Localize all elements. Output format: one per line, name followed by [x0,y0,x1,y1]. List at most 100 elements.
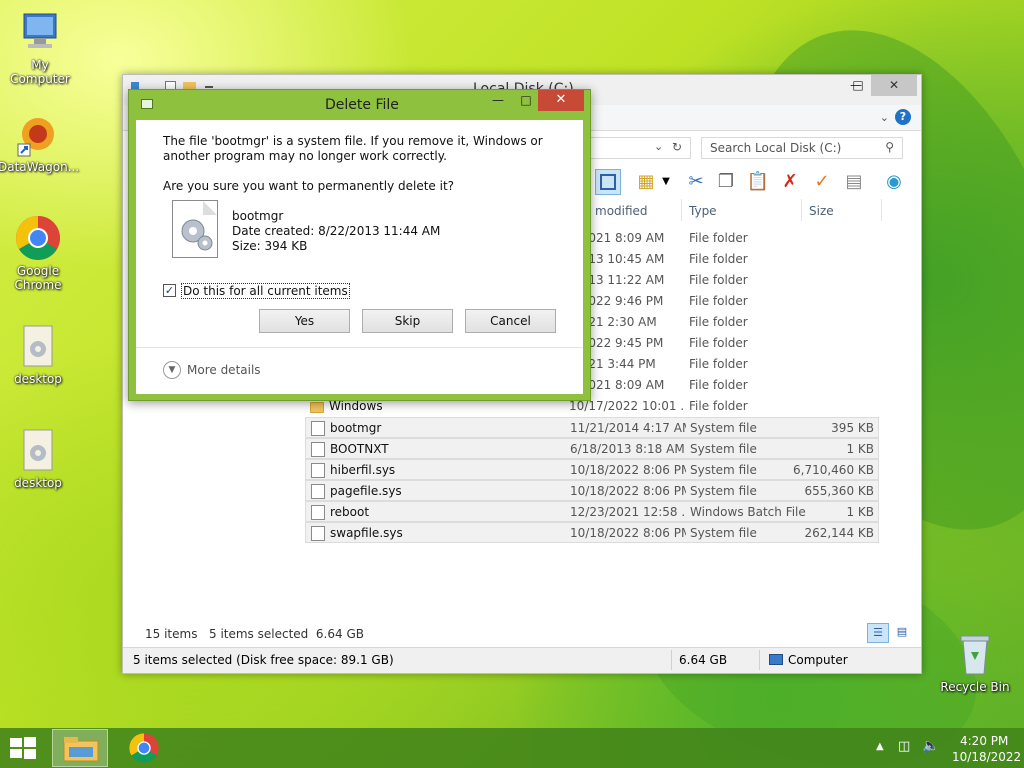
toolbar-dropdown-icon[interactable]: ▼ [659,169,673,195]
status-bar: 15 items 5 items selected 6.64 GB ☰ ▤ [123,623,921,647]
maximize-button[interactable]: □ [843,75,873,96]
table-row[interactable]: pagefile.sys 10/18/2022 8:06 PM System fil… [305,480,879,501]
computer-small-icon [769,654,783,665]
type-cell: File folder [689,378,748,392]
size-cell: 655,360 KB [804,484,874,498]
desktop-icon-recycle-bin[interactable]: Recycle Bin [935,630,1015,694]
cut-icon[interactable]: ✂ [683,169,709,195]
table-row[interactable]: reboot 12/23/2021 12:58 ... Windows Batch … [305,501,879,522]
address-bar[interactable]: ⌄ ↻ [583,137,691,159]
apply-to-all-checkbox[interactable]: ✓ [163,284,176,297]
cancel-button[interactable]: Cancel [465,309,556,333]
type-cell: File folder [689,315,748,329]
volume-icon[interactable]: 🔈 [922,738,939,754]
show-hidden-icons[interactable]: ▲ [876,741,884,752]
properties-check-icon[interactable]: ▦ [633,169,659,195]
size-cell: 1 KB [846,505,874,519]
desktop-icon-desktop-2[interactable]: desktop [0,426,78,490]
recycle-bin-icon [951,630,999,678]
more-details-link[interactable]: More details [187,363,261,377]
dialog-message: The file 'bootmgr' is a system file. If … [163,134,543,163]
dialog-title: Delete File [325,97,399,113]
clock-date[interactable]: 10/18/2022 [952,750,1021,764]
date-modified-cell: 10/18/2022 8:06 PM [570,484,686,498]
dropdown-icon[interactable] [205,86,213,88]
desktop-icon-label: My Computer [10,58,70,86]
dialog-close-button[interactable]: ✕ [538,90,584,111]
dialog-title-bar[interactable]: Delete File — □ ✕ [129,90,590,120]
refresh-icon[interactable]: ↻ [672,140,682,154]
table-row[interactable]: BOOTNXT 6/18/2013 8:18 AM System file 1 KB [305,438,879,459]
date-modified-cell: 10/18/2022 8:06 PM [570,463,686,477]
address-dropdown-icon[interactable]: ⌄ [654,140,663,153]
search-input[interactable]: Search Local Disk (C:) ⚲ [701,137,903,159]
status-divider [671,650,672,670]
desktop-icon-desktop-1[interactable]: desktop [0,322,78,386]
taskbar-chrome-button[interactable] [122,730,166,766]
column-header-type[interactable]: Type [689,199,717,223]
folder-icon [63,737,99,762]
size-cell: 1 KB [846,442,874,456]
chrome-icon [129,733,159,763]
type-cell: Windows Batch File [690,505,806,519]
chevron-down-icon[interactable]: ▼ [163,361,181,379]
desktop-icon-label: desktop [14,476,62,490]
search-icon[interactable]: ⚲ [885,140,894,154]
dialog-maximize-button[interactable]: □ [513,90,539,111]
file-date-created: Date created: 8/22/2013 11:44 AM [232,224,441,238]
layout-pane-icon[interactable] [595,169,621,195]
file-name-cell: bootmgr [330,421,382,435]
type-cell: File folder [689,294,748,308]
ribbon-expand-icon[interactable]: ⌄ [880,111,889,124]
globe-icon[interactable]: ◉ [881,169,907,195]
paste-icon[interactable]: 📋 [745,169,771,195]
date-modified-cell: 6/18/2013 8:18 AM [570,442,685,456]
apply-to-all-label[interactable]: Do this for all current items [181,283,350,299]
start-button[interactable] [8,736,38,760]
column-header-size[interactable]: Size [809,199,834,223]
dialog-app-icon [141,99,153,109]
file-name-cell: hiberfil.sys [330,463,396,477]
computer-icon [16,8,64,56]
status-selected: 5 items selected 6.64 GB [209,627,364,641]
file-icon [311,463,325,478]
type-cell: File folder [689,252,748,266]
close-button[interactable]: ✕ [871,75,917,96]
desktop-icon-google-chrome[interactable]: Google Chrome [0,214,78,292]
copy-icon[interactable]: ❐ [713,169,739,195]
type-cell: File folder [689,273,748,287]
dialog-minimize-button[interactable]: — [485,90,511,111]
desktop-icon-my-computer[interactable]: My Computer [0,8,80,86]
delete-file-dialog[interactable]: Delete File — □ ✕ The file 'bootmgr' is … [128,89,591,401]
yes-button[interactable]: Yes [259,309,350,333]
file-icon [311,442,325,457]
desktop-icon-datawagon[interactable]: DataWagon... [0,110,80,174]
table-row[interactable]: hiberfil.sys 10/18/2022 8:06 PM System fil… [305,459,879,480]
chrome-icon [14,214,62,262]
rename-check-icon[interactable]: ✓ [809,169,835,195]
bottom-status-size: 6.64 GB [679,653,728,667]
size-cell: 262,144 KB [804,526,874,540]
size-cell: 6,710,460 KB [793,463,874,477]
desktop-icon-label: Google Chrome [14,264,62,292]
table-row[interactable]: swapfile.sys 10/18/2022 8:06 PM System fil… [305,522,879,543]
rename-icon[interactable]: ▤ [841,169,867,195]
folder-icon [310,402,324,413]
table-row[interactable]: bootmgr 11/21/2014 4:17 AM System file 395 … [305,417,879,438]
bottom-status-text: 5 items selected (Disk free space: 89.1 … [133,653,394,667]
large-icons-view-icon[interactable]: ▤ [891,623,913,643]
clock-time[interactable]: 4:20 PM [960,734,1008,748]
date-modified-cell: 10/18/2022 8:06 PM [570,526,686,540]
file-name-cell: swapfile.sys [330,526,403,540]
column-header-modified[interactable]: modified [595,199,648,223]
help-icon[interactable]: ? [895,109,911,125]
skip-button[interactable]: Skip [362,309,453,333]
file-icon [311,526,325,541]
taskbar-explorer-button[interactable] [52,729,108,767]
file-name-cell: reboot [330,505,370,519]
delete-icon[interactable]: ✗ [777,169,803,195]
file-icon [311,505,325,520]
network-icon[interactable]: ◫ [898,739,910,754]
desktop-icon-label: DataWagon... [0,160,80,174]
details-view-icon[interactable]: ☰ [867,623,889,643]
